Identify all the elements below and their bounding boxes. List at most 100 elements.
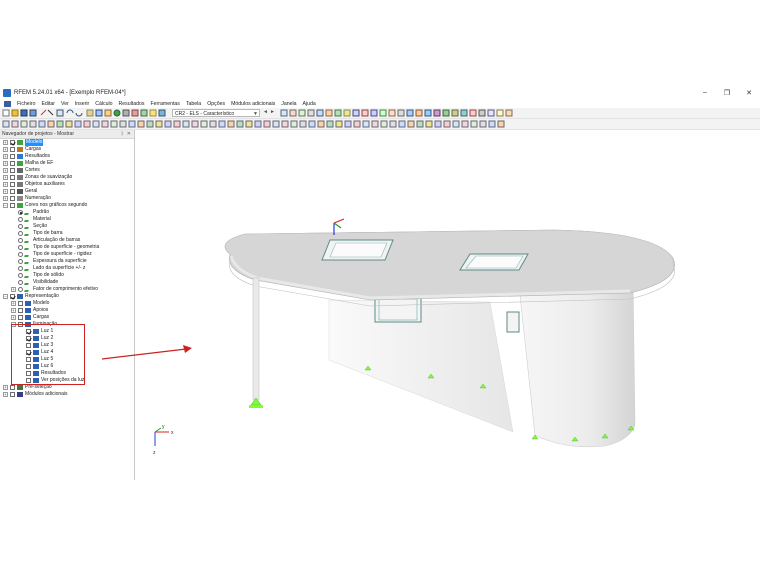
tree-item[interactable]: + Numeração: [0, 195, 134, 202]
tree-item[interactable]: Articulação de barras: [0, 237, 134, 244]
menu-inserir[interactable]: Inserir: [72, 101, 92, 107]
menu-resultados[interactable]: Resultados: [116, 101, 148, 107]
tree-item[interactable]: + Resultados: [0, 153, 134, 160]
next-load-button[interactable]: ►: [270, 109, 275, 115]
cylinder-wall[interactable]: [519, 279, 636, 448]
expand-icon[interactable]: +: [3, 189, 8, 194]
collapse-icon[interactable]: −: [3, 294, 8, 299]
checkbox[interactable]: [10, 189, 15, 194]
expand-icon[interactable]: +: [3, 147, 8, 152]
expand-icon[interactable]: +: [3, 140, 8, 145]
tree-item[interactable]: Tipo de barra: [0, 230, 134, 237]
radio-button[interactable]: [18, 273, 23, 278]
radio-button[interactable]: [18, 224, 23, 229]
3d-viewport[interactable]: x y z: [135, 130, 760, 480]
model-view[interactable]: x y z: [135, 130, 760, 480]
expand-icon[interactable]: +: [3, 168, 8, 173]
expand-icon[interactable]: +: [11, 315, 16, 320]
menu-ver[interactable]: Ver: [58, 101, 72, 107]
expand-icon[interactable]: +: [3, 175, 8, 180]
menu-ficheiro[interactable]: Ficheiro: [14, 101, 38, 107]
checkbox[interactable]: [10, 140, 15, 145]
expand-icon[interactable]: +: [11, 308, 16, 313]
checkbox[interactable]: [10, 147, 15, 152]
checkbox[interactable]: [18, 315, 23, 320]
slab-opening-1[interactable]: [321, 239, 394, 261]
tree-item[interactable]: + Malha de EF: [0, 160, 134, 167]
checkbox[interactable]: [18, 308, 23, 313]
tree-item[interactable]: − Representação: [0, 293, 134, 300]
menu-janela[interactable]: Janela: [278, 101, 299, 107]
prev-load-button[interactable]: ◄: [263, 109, 268, 115]
close-button[interactable]: ✕: [738, 86, 760, 99]
tree-item[interactable]: + Objetos auxiliares: [0, 181, 134, 188]
tree-item[interactable]: + Modelo: [0, 139, 134, 146]
tree-item[interactable]: + Cortes: [0, 167, 134, 174]
checkbox[interactable]: [10, 154, 15, 159]
tree-item[interactable]: Tipo de sólido: [0, 272, 134, 279]
tree-item[interactable]: Lado da superfície +/- z: [0, 265, 134, 272]
slab-opening-2[interactable]: [459, 253, 529, 271]
radio-button[interactable]: [18, 259, 23, 264]
column-support[interactable]: [249, 397, 263, 408]
checkbox[interactable]: [10, 294, 15, 299]
expand-icon[interactable]: +: [3, 182, 8, 187]
tree-item[interactable]: Visibilidade: [0, 279, 134, 286]
expand-icon[interactable]: +: [3, 392, 8, 397]
menu-calculo[interactable]: Cálculo: [92, 101, 115, 107]
tree-item[interactable]: Tipo de superfície - rigidez: [0, 251, 134, 258]
radio-button[interactable]: [18, 287, 23, 292]
expand-icon[interactable]: +: [3, 385, 8, 390]
radio-button[interactable]: [18, 280, 23, 285]
menu-ferramentas[interactable]: Ferramentas: [148, 101, 183, 107]
checkbox[interactable]: [10, 385, 15, 390]
checkbox[interactable]: [18, 301, 23, 306]
maximize-button[interactable]: ❐: [716, 86, 738, 99]
collapse-icon[interactable]: −: [3, 203, 8, 208]
toolbar-icons-left[interactable]: [2, 109, 170, 117]
radio-button[interactable]: [18, 245, 23, 250]
radio-button[interactable]: [18, 217, 23, 222]
expand-icon[interactable]: +: [3, 154, 8, 159]
toolbar-icons-right[interactable]: [280, 109, 516, 117]
checkbox[interactable]: [10, 161, 15, 166]
radio-button[interactable]: [18, 238, 23, 243]
tree-item[interactable]: Espessura da superfície: [0, 258, 134, 265]
tree-item[interactable]: Tipo de superfície - geometria: [0, 244, 134, 251]
pin-icon[interactable]: ᛒ: [121, 130, 124, 138]
menu-tabela[interactable]: Tabela: [183, 101, 204, 107]
minimize-button[interactable]: –: [694, 86, 716, 99]
expand-icon[interactable]: +: [3, 196, 8, 201]
column[interactable]: [252, 277, 260, 401]
checkbox[interactable]: [10, 168, 15, 173]
tree-item[interactable]: − Cores nos gráficos segundo: [0, 202, 134, 209]
tree-item[interactable]: + Módulos adicionais: [0, 391, 134, 398]
expand-icon[interactable]: +: [11, 287, 16, 292]
menu-opcoes[interactable]: Opções: [204, 101, 228, 107]
checkbox[interactable]: [10, 203, 15, 208]
checkbox[interactable]: [10, 182, 15, 187]
checkbox[interactable]: [10, 392, 15, 397]
tree-item[interactable]: + Geral: [0, 188, 134, 195]
menu-modulos-adicionais[interactable]: Módulos adicionais: [228, 101, 278, 107]
navigator-close-button[interactable]: ✕: [127, 130, 131, 138]
menu-editar[interactable]: Editar: [38, 101, 58, 107]
tree-item[interactable]: + Zonas de suavização: [0, 174, 134, 181]
tree-item[interactable]: + Cargas: [0, 146, 134, 153]
tree-item[interactable]: Material: [0, 216, 134, 223]
tree-item[interactable]: + Pré-seleção: [0, 384, 134, 391]
tree-item[interactable]: Seção: [0, 223, 134, 230]
tree-item[interactable]: + Fator de comprimento efetivo: [0, 286, 134, 293]
checkbox[interactable]: [10, 175, 15, 180]
radio-button[interactable]: [18, 252, 23, 257]
toolbar-icons-row2[interactable]: [2, 120, 512, 128]
expand-icon[interactable]: +: [11, 301, 16, 306]
tree-item[interactable]: + Modelo: [0, 300, 134, 307]
window-opening-right[interactable]: [506, 311, 520, 333]
tree-item[interactable]: Padrão: [0, 209, 134, 216]
radio-button[interactable]: [18, 266, 23, 271]
tree-item[interactable]: + Cargas: [0, 314, 134, 321]
radio-button[interactable]: [18, 231, 23, 236]
document-icon[interactable]: [4, 100, 11, 107]
checkbox[interactable]: [10, 196, 15, 201]
